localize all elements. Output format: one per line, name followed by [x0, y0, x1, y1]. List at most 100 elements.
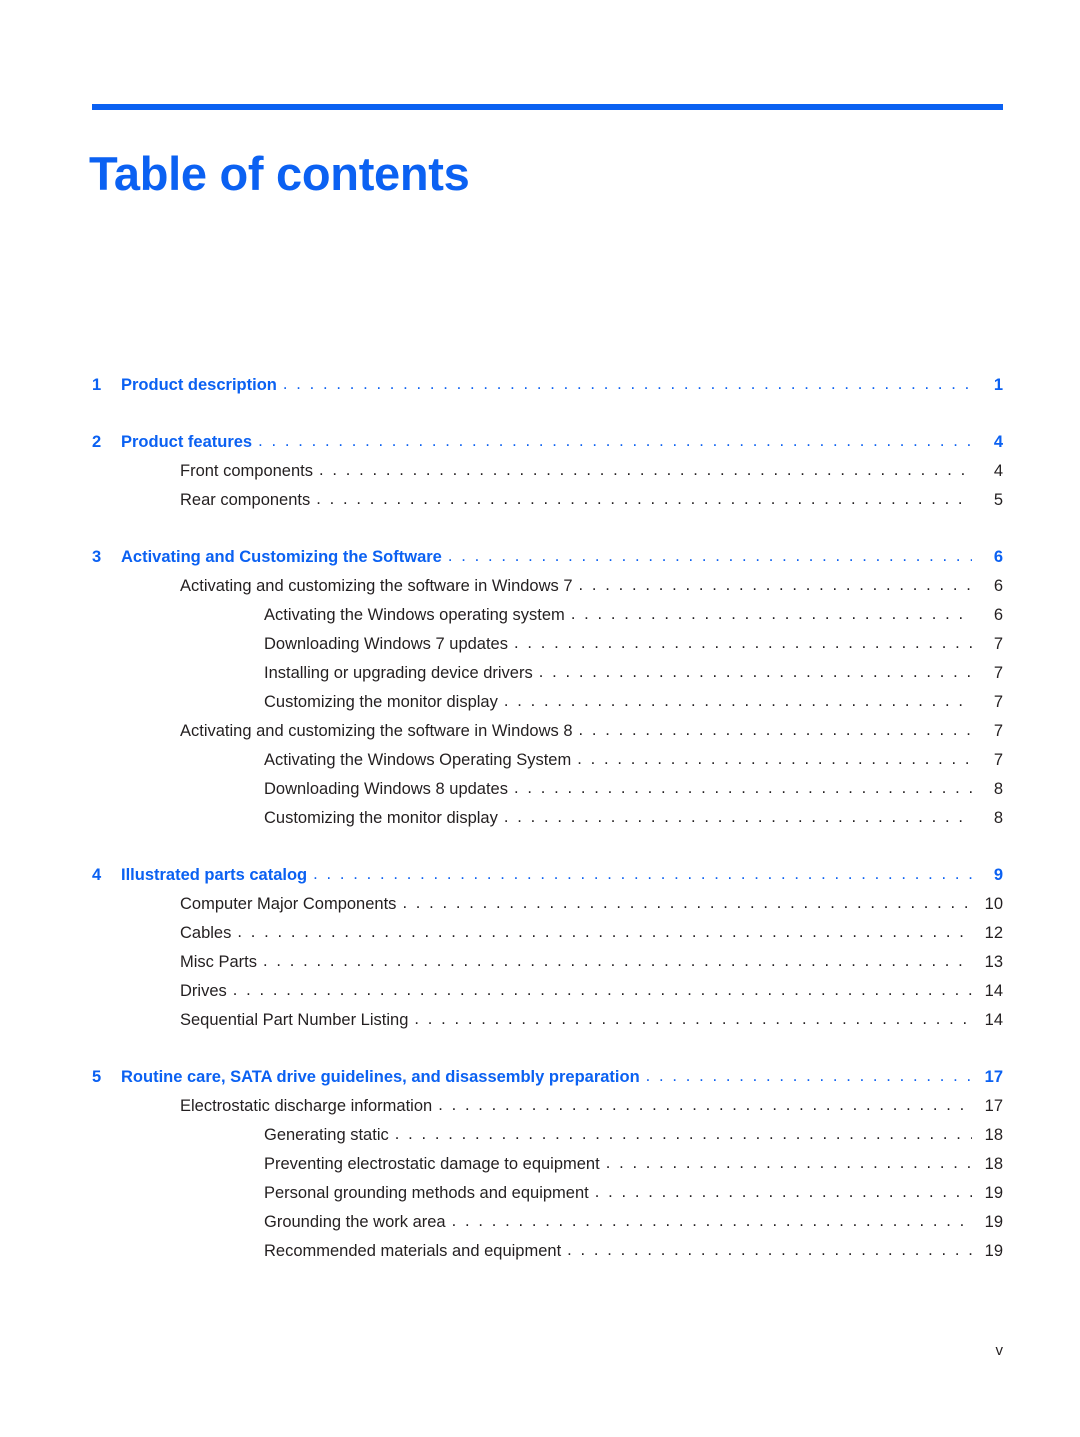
toc-dot-leader: . . . . . . . . . . . . . . . . . . . . …	[578, 576, 972, 594]
toc-chapter-number: 1	[92, 376, 102, 394]
toc-entry[interactable]: Personal grounding methods and equipment…	[92, 1179, 1003, 1208]
toc-dot-leader: . . . . . . . . . . . . . . . . . . . . …	[447, 547, 972, 565]
toc-entry[interactable]: Activating the Windows operating system.…	[92, 601, 1003, 630]
toc-dot-leader: . . . . . . . . . . . . . . . . . . . . …	[316, 490, 972, 508]
toc-entry[interactable]: Installing or upgrading device drivers . …	[92, 659, 1003, 688]
toc-page-number: 5	[993, 491, 1003, 509]
toc-dot-leader: . . . . . . . . . . . . . . . . . . . . …	[513, 779, 972, 797]
toc-entry-label: Activating the Windows operating system	[264, 606, 565, 624]
toc-page-number: 4	[993, 433, 1003, 451]
toc-entry[interactable]: Activating and customizing the software …	[92, 572, 1003, 601]
toc-entry-label: Computer Major Components	[180, 895, 397, 913]
toc-dot-leader: . . . . . . . . . . . . . . . . . . . . …	[282, 375, 972, 393]
toc-entry[interactable]: Electrostatic discharge information . . .…	[92, 1092, 1003, 1121]
toc-entry-label: Front components	[180, 462, 313, 480]
toc-page-number: 18	[984, 1155, 1003, 1173]
toc-entry[interactable]: 4 Illustrated parts catalog . . . . . . . …	[92, 861, 1003, 890]
toc-chapter-number: 5	[92, 1068, 102, 1086]
toc-chapter-number: 2	[92, 433, 102, 451]
toc-entry-label: Sequential Part Number Listing	[180, 1011, 409, 1029]
page-title: Table of contents	[89, 147, 470, 201]
toc-dot-leader: . . . . . . . . . . . . . . . . . . . . …	[451, 1212, 972, 1230]
toc-dot-leader: . . . . . . . . . . . . . . . . . . . . …	[318, 461, 972, 479]
toc-dot-leader: . . . . . . . . . . . . . . . . . . . . …	[503, 808, 972, 826]
toc-dot-leader: . . . . . . . . . . . . . . . . . . . . …	[503, 692, 972, 710]
toc-entry[interactable]: Recommended materials and equipment . . .…	[92, 1237, 1003, 1266]
toc-entry-label: Activating and customizing the software …	[180, 577, 573, 595]
toc-entry-label: Product description	[121, 376, 277, 394]
toc-entry-label: Customizing the monitor display	[264, 809, 498, 827]
toc-entry-label: Customizing the monitor display	[264, 693, 498, 711]
toc-entry-label: Activating the Windows Operating System	[264, 751, 572, 769]
toc-page-number: 9	[993, 866, 1003, 884]
toc-entry[interactable]: Misc Parts . . . . . . . . . . . . . . . …	[92, 948, 1003, 977]
toc-entry[interactable]: 2 Product features . . . . . . . . . . . .…	[92, 428, 1003, 457]
toc-dot-leader: . . . . . . . . . . . . . . . . . . . . …	[263, 952, 972, 970]
toc-dot-leader: . . . . . . . . . . . . . . . . . . . . …	[578, 721, 972, 739]
toc-entry[interactable]: Downloading Windows 7 updates . . . . . .…	[92, 630, 1003, 659]
toc-entry[interactable]: Sequential Part Number Listing . . . . . …	[92, 1006, 1003, 1035]
toc-page-number: 7	[993, 722, 1003, 740]
toc-entry-label: Grounding the work area	[264, 1213, 446, 1231]
toc-entry-label: Downloading Windows 7 updates	[264, 635, 508, 653]
toc-page-number: 7	[993, 664, 1003, 682]
toc-chapter-number: 4	[92, 866, 102, 884]
table-of-contents-list: 1 Product description . . . . . . . . . . …	[92, 371, 1003, 1266]
toc-dot-leader: . . . . . . . . . . . . . . . . . . . . …	[570, 605, 972, 623]
toc-page-number: 17	[984, 1068, 1003, 1086]
toc-entry[interactable]: Rear components . . . . . . . . . . . . .…	[92, 486, 1003, 515]
toc-entry[interactable]: Customizing the monitor display . . . . .…	[92, 688, 1003, 717]
toc-entry[interactable]: Activating and customizing the software …	[92, 717, 1003, 746]
toc-dot-leader: . . . . . . . . . . . . . . . . . . . . …	[232, 981, 972, 999]
toc-entry[interactable]: 1 Product description . . . . . . . . . . …	[92, 371, 1003, 400]
toc-entry[interactable]: Downloading Windows 8 updates . . . . . .…	[92, 775, 1003, 804]
toc-page-number: 6	[993, 577, 1003, 595]
page-folio: v	[995, 1342, 1004, 1359]
toc-entry-label: Generating static	[264, 1126, 389, 1144]
toc-entry[interactable]: Computer Major Components . . . . . . . .…	[92, 890, 1003, 919]
toc-dot-leader: . . . . . . . . . . . . . . . . . . . . …	[513, 634, 972, 652]
toc-entry[interactable]: Cables . . . . . . . . . . . . . . . . . …	[92, 919, 1003, 948]
toc-entry[interactable]: Preventing electrostatic damage to equip…	[92, 1150, 1003, 1179]
toc-entry[interactable]: Activating the Windows Operating System.…	[92, 746, 1003, 775]
toc-dot-leader: . . . . . . . . . . . . . . . . . . . . …	[538, 663, 972, 681]
toc-entry-label: Recommended materials and equipment	[264, 1242, 562, 1260]
toc-entry[interactable]: Customizing the monitor display . . . . .…	[92, 804, 1003, 833]
toc-page-number: 17	[984, 1097, 1003, 1115]
toc-entry[interactable]: 3 Activating and Customizing the Software…	[92, 543, 1003, 572]
toc-page-number: 10	[984, 895, 1003, 913]
toc-dot-leader: . . . . . . . . . . . . . . . . . . . . …	[594, 1183, 972, 1201]
toc-page-number: 7	[993, 635, 1003, 653]
toc-dot-leader: . . . . . . . . . . . . . . . . . . . . …	[313, 865, 972, 883]
toc-page-number: 19	[984, 1213, 1003, 1231]
toc-dot-leader: . . . . . . . . . . . . . . . . . . . . …	[237, 923, 972, 941]
toc-entry-label: Misc Parts	[180, 953, 258, 971]
toc-page-number: 14	[984, 982, 1003, 1000]
toc-entry[interactable]: 5 Routine care, SATA drive guidelines, an…	[92, 1063, 1003, 1092]
toc-entry-label: Cables	[180, 924, 232, 942]
title-rule	[92, 104, 1003, 110]
toc-entry-label: Drives	[180, 982, 227, 1000]
toc-page-number: 8	[993, 809, 1003, 827]
toc-entry-label: Routine care, SATA drive guidelines, and…	[121, 1068, 640, 1086]
toc-page-number: 1	[993, 376, 1003, 394]
toc-dot-leader: . . . . . . . . . . . . . . . . . . . . …	[258, 432, 972, 450]
toc-dot-leader: . . . . . . . . . . . . . . . . . . . . …	[438, 1096, 972, 1114]
toc-entry-label: Downloading Windows 8 updates	[264, 780, 508, 798]
toc-dot-leader: . . . . . . . . . . . . . . . . . . . . …	[402, 894, 972, 912]
toc-entry[interactable]: Front components . . . . . . . . . . . . …	[92, 457, 1003, 486]
toc-entry-label: Rear components	[180, 491, 311, 509]
toc-page-number: 19	[984, 1184, 1003, 1202]
toc-dot-leader: . . . . . . . . . . . . . . . . . . . . …	[567, 1241, 972, 1259]
toc-page-number: 6	[993, 548, 1003, 566]
toc-dot-leader: . . . . . . . . . . . . . . . . . . . . …	[605, 1154, 972, 1172]
toc-page-number: 14	[984, 1011, 1003, 1029]
toc-entry[interactable]: Drives . . . . . . . . . . . . . . . . . …	[92, 977, 1003, 1006]
toc-entry-label: Electrostatic discharge information	[180, 1097, 433, 1115]
toc-entry[interactable]: Grounding the work area . . . . . . . . .…	[92, 1208, 1003, 1237]
toc-entry-label: Preventing electrostatic damage to equip…	[264, 1155, 600, 1173]
toc-page-number: 4	[993, 462, 1003, 480]
toc-dot-leader: . . . . . . . . . . . . . . . . . . . . …	[414, 1010, 972, 1028]
toc-entry-label: Installing or upgrading device drivers	[264, 664, 533, 682]
toc-entry[interactable]: Generating static . . . . . . . . . . . .…	[92, 1121, 1003, 1150]
